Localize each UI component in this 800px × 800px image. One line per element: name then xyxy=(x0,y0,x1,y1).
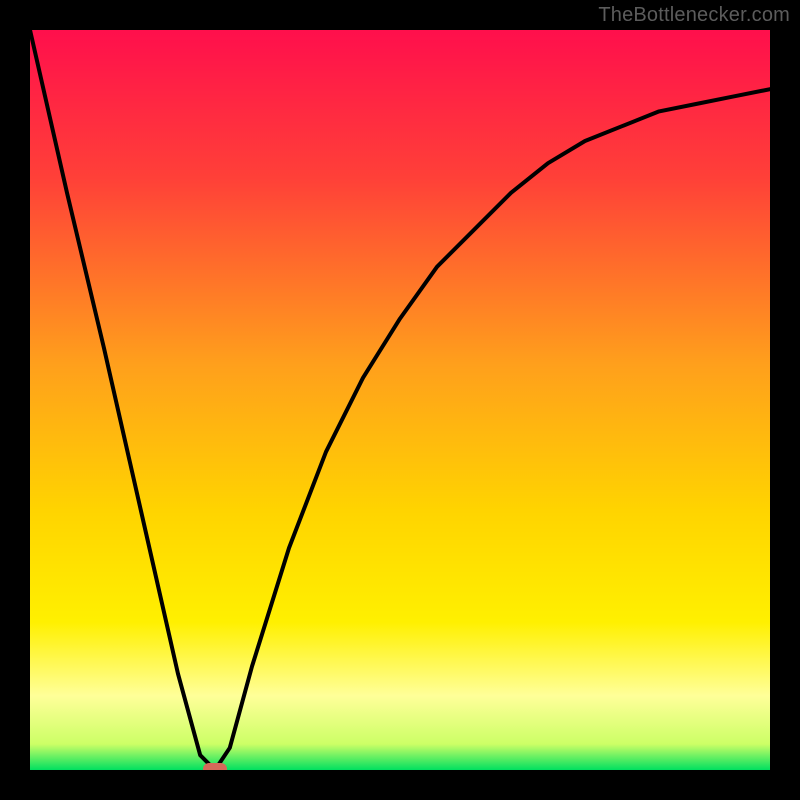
chart-frame: TheBottlenecker.com xyxy=(0,0,800,800)
gradient-background xyxy=(30,30,770,770)
plot-area xyxy=(30,30,770,770)
optimal-marker xyxy=(203,763,227,770)
watermark-text: TheBottlenecker.com xyxy=(598,4,790,27)
chart-svg xyxy=(30,30,770,770)
